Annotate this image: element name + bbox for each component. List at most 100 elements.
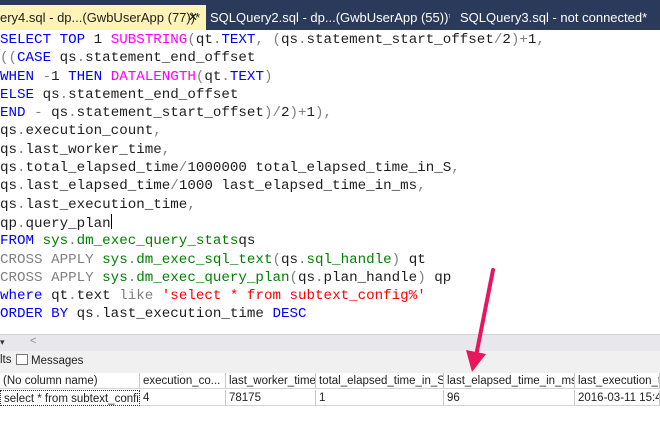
code-token: qs xyxy=(0,178,18,195)
code-token: qs xyxy=(238,233,256,250)
code-token: , xyxy=(187,196,196,213)
code-token: qs xyxy=(298,269,316,286)
code-token: . xyxy=(127,269,137,286)
table-cell[interactable]: select * from subtext_config xyxy=(0,390,140,406)
code-token: ELSE xyxy=(0,86,43,103)
code-token: )+ xyxy=(510,32,528,48)
code-token: qs xyxy=(59,50,77,67)
code-token: , xyxy=(536,32,545,48)
tab-messages[interactable]: Messages xyxy=(16,354,83,367)
code-line[interactable]: CROSS APPLY sys.dm_exec_query_plan(qs.pl… xyxy=(0,269,545,287)
code-line[interactable]: where qt.text like 'select * from subtex… xyxy=(0,287,545,305)
code-token: DATALENGTH xyxy=(110,68,196,85)
code-token: execution_count xyxy=(25,123,154,140)
code-token: 2 xyxy=(502,32,511,48)
code-token: . xyxy=(93,306,103,323)
code-token: statement_end_offset xyxy=(85,50,256,67)
table-cell[interactable]: 78175 xyxy=(226,390,316,406)
code-token: . xyxy=(17,178,26,195)
code-token: 2 xyxy=(280,105,290,122)
tab-query3[interactable]: SQLQuery3.sql - not connected* xyxy=(460,5,660,30)
code-line[interactable]: FROM sys.dm_exec_query_statsqs xyxy=(0,232,545,250)
tab-results[interactable]: lts xyxy=(0,354,12,366)
code-token: 'select * from subtext_config%' xyxy=(161,288,426,305)
code-token: qs xyxy=(280,251,299,268)
code-token: text xyxy=(76,288,120,305)
messages-icon xyxy=(16,354,28,365)
column-header[interactable]: last_elapsed_time_in_ms xyxy=(444,373,575,389)
table-cell[interactable]: 1 xyxy=(316,390,444,406)
table-cell[interactable]: 4 xyxy=(140,390,226,406)
code-token: TEXT xyxy=(221,32,256,48)
code-token: query_plan xyxy=(25,215,111,232)
column-header[interactable]: (No column name) xyxy=(0,373,140,389)
code-token: dm_exec_query_stats xyxy=(76,233,239,250)
code-token: . xyxy=(68,105,77,122)
code-line[interactable]: ((CASE qs.statement_end_offset xyxy=(0,49,545,67)
sql-editor[interactable]: SELECT TOP 1 SUBSTRING(qt.TEXT, (qs.stat… xyxy=(0,30,660,330)
code-line[interactable]: qs.last_execution_time, xyxy=(0,196,545,214)
sql-code[interactable]: SELECT TOP 1 SUBSTRING(qt.TEXT, (qs.stat… xyxy=(0,31,545,324)
code-token: - xyxy=(42,68,52,85)
code-token: last_execution_time xyxy=(25,196,188,213)
code-token: qs xyxy=(51,105,69,122)
code-token: . xyxy=(17,160,26,177)
scroll-left-arrow-icon[interactable]: < xyxy=(30,335,36,347)
code-token: 1000 last_elapsed_time_in_ms xyxy=(178,178,418,195)
column-header[interactable]: execution_co... xyxy=(140,373,226,389)
code-token: . xyxy=(221,68,230,85)
code-token: DESC xyxy=(272,306,307,323)
code-token: SELECT TOP xyxy=(0,32,94,48)
column-header[interactable]: last_execution_tim xyxy=(575,373,660,389)
code-token: qt xyxy=(51,288,69,305)
code-token: TEXT xyxy=(229,68,264,85)
code-token: WHEN xyxy=(0,68,43,85)
editor-horizontal-scrollbar[interactable]: ▾ < xyxy=(0,334,660,351)
code-token: . xyxy=(17,215,26,232)
code-token: )+ xyxy=(289,105,307,122)
close-icon[interactable]: ✕ xyxy=(188,5,198,30)
results-grid[interactable]: (No column name) execution_co... last_wo… xyxy=(0,373,660,440)
code-line[interactable]: qs.last_worker_time, xyxy=(0,141,545,159)
code-token: - xyxy=(34,105,52,122)
code-token: statement_end_offset xyxy=(68,86,239,103)
table-cell[interactable]: 96 xyxy=(444,390,575,406)
column-header[interactable]: last_worker_time xyxy=(226,373,316,389)
code-token: ( xyxy=(272,251,281,268)
code-token: qs xyxy=(0,196,18,213)
code-token: qs xyxy=(0,141,18,158)
code-token: , xyxy=(153,123,162,140)
code-line[interactable]: qs.last_elapsed_time/1000 last_elapsed_t… xyxy=(0,177,545,195)
code-line[interactable]: SELECT TOP 1 SUBSTRING(qt.TEXT, (qs.stat… xyxy=(0,31,545,49)
tab-query3-label: SQLQuery3.sql - not connected* xyxy=(460,10,648,25)
code-token: qt xyxy=(204,68,222,85)
table-cell[interactable]: 2016-03-11 15:43 xyxy=(575,390,660,406)
column-header[interactable]: total_elapsed_time_in_S xyxy=(316,373,444,389)
code-line[interactable]: ELSE qs.statement_end_offset xyxy=(0,86,545,104)
zoom-dropdown-icon[interactable]: ▾ xyxy=(0,337,18,349)
code-line[interactable]: CROSS APPLY sys.dm_exec_sql_text(qs.sql_… xyxy=(0,251,545,269)
code-line[interactable]: qs.total_elapsed_time/1000000 total_elap… xyxy=(0,159,545,177)
code-line[interactable]: END - qs.statement_start_offset)/2)+1), xyxy=(0,104,545,122)
code-line[interactable]: qs.execution_count, xyxy=(0,122,545,140)
code-token: , ( xyxy=(255,32,281,48)
code-token: , xyxy=(161,141,171,158)
code-token: , xyxy=(417,178,426,195)
code-token: 1000000 total_elapsed_time_in_S xyxy=(187,160,452,177)
tab-query2[interactable]: SQLQuery2.sql - dp...(GwbUserApp (55))* xyxy=(210,5,450,30)
code-token: . xyxy=(68,288,77,305)
code-token: 1 xyxy=(93,32,111,48)
code-token: sys xyxy=(42,233,69,250)
tab-messages-label: Messages xyxy=(31,355,84,367)
code-token: . xyxy=(17,141,26,158)
code-line[interactable]: ORDER BY qs.last_execution_time DESC xyxy=(0,305,545,323)
code-token: dm_exec_query_plan xyxy=(136,269,290,286)
code-token: like xyxy=(119,288,162,305)
code-token: FROM xyxy=(0,233,43,250)
code-token: 1 xyxy=(51,68,69,85)
code-token: . xyxy=(127,251,137,268)
code-line[interactable]: qp.query_plan xyxy=(0,213,545,232)
code-line[interactable]: WHEN -1 THEN DATALENGTH(qt.TEXT) xyxy=(0,68,545,86)
table-row[interactable]: select * from subtext_config 4 78175 1 9… xyxy=(0,390,660,407)
tab-query4[interactable]: ery4.sql - dp...(GwbUserApp (77))* ✕ xyxy=(0,5,206,30)
